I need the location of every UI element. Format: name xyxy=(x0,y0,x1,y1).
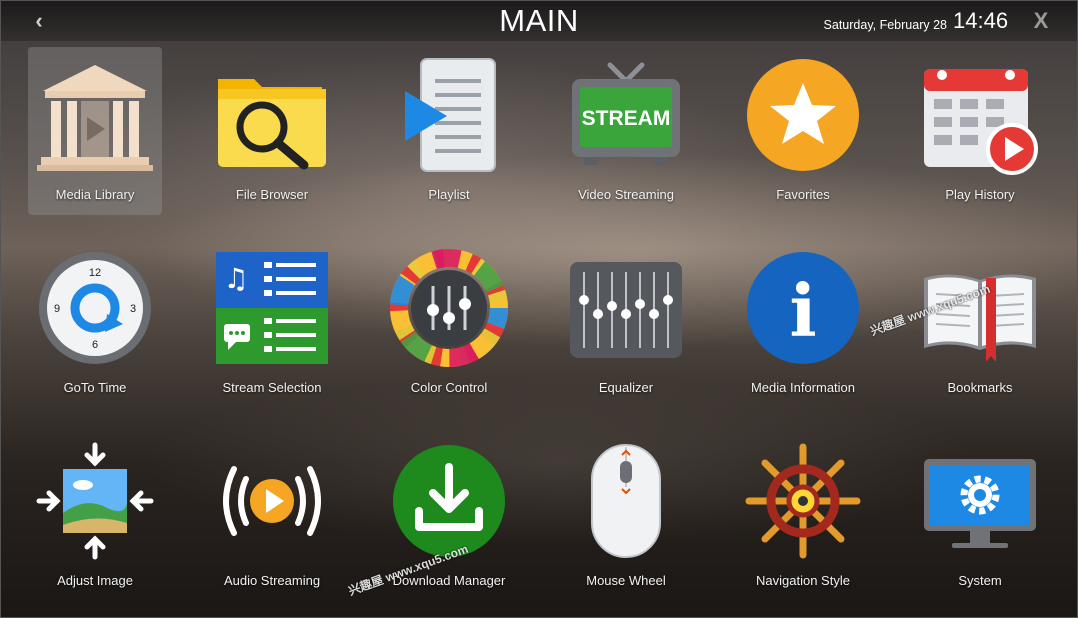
tile-label: Playlist xyxy=(428,187,470,202)
tile-label: Favorites xyxy=(776,187,830,202)
clock-number: 3 xyxy=(130,303,136,315)
tile-equalizer[interactable]: Equalizer xyxy=(559,240,693,408)
tile-adjust-image[interactable]: Adjust Image xyxy=(28,433,162,601)
stream-selection-icon: ♫ xyxy=(212,248,332,368)
tile-label: Bookmarks xyxy=(947,380,1013,395)
download-icon xyxy=(389,441,509,561)
back-button[interactable]: ‹ xyxy=(29,7,49,35)
info-glyph: i xyxy=(789,268,816,353)
svg-text:♫: ♫ xyxy=(223,262,248,295)
tile-label: Stream Selection xyxy=(222,380,322,395)
tile-label: Play History xyxy=(945,187,1015,202)
page-title: MAIN xyxy=(499,3,579,38)
tile-label: Color Control xyxy=(410,380,488,395)
time-display: 14:46 xyxy=(953,8,1009,33)
tile-system[interactable]: System xyxy=(913,433,1047,601)
tile-label: Equalizer xyxy=(598,380,654,395)
clock-icon: 12 3 6 9 xyxy=(35,248,155,368)
tile-playlist[interactable]: Playlist xyxy=(382,47,516,215)
tile-navigation-style[interactable]: Navigation Style xyxy=(736,433,870,601)
tile-color-control[interactable]: Color Control xyxy=(382,240,516,408)
tile-label: Media Information xyxy=(750,380,856,395)
folder-search-icon xyxy=(212,55,332,175)
tile-play-history[interactable]: Play History xyxy=(913,47,1047,215)
media-library-icon xyxy=(35,55,155,175)
tile-label: Video Streaming xyxy=(578,187,674,202)
calendar-play-icon xyxy=(920,55,1040,175)
tile-label: Audio Streaming xyxy=(223,573,321,588)
mouse-icon xyxy=(566,441,686,561)
tile-audio-streaming[interactable]: Audio Streaming xyxy=(205,433,339,601)
playlist-icon xyxy=(389,55,509,175)
tile-label: GoTo Time xyxy=(63,380,127,395)
tile-label: Media Library xyxy=(55,187,135,202)
app-window: ‹ MAIN Saturday, February 28 14:46 X Med… xyxy=(0,0,1078,618)
tile-label: Navigation Style xyxy=(756,573,850,588)
tile-video-streaming[interactable]: STREAM Video Streaming xyxy=(559,47,693,215)
color-gear-icon xyxy=(389,248,509,368)
clock-number: 12 xyxy=(89,267,101,279)
ship-wheel-icon xyxy=(743,441,863,561)
tile-label: System xyxy=(958,573,1002,588)
tile-media-library[interactable]: Media Library xyxy=(28,47,162,215)
monitor-gear-icon xyxy=(920,441,1040,561)
clock-number: 6 xyxy=(92,339,98,351)
adjust-image-icon xyxy=(35,441,155,561)
tile-bookmarks[interactable]: Bookmarks xyxy=(913,240,1047,408)
tile-favorites[interactable]: Favorites xyxy=(736,47,870,215)
tile-goto-time[interactable]: 12 3 6 9 GoTo Time xyxy=(28,240,162,408)
info-icon: i xyxy=(743,248,863,368)
tv-stream-text: STREAM xyxy=(582,107,671,130)
date-display: Saturday, February 28 xyxy=(823,18,947,32)
tile-label: File Browser xyxy=(235,187,309,202)
tile-stream-selection[interactable]: ♫ Stream Selection xyxy=(205,240,339,408)
tile-media-information[interactable]: i Media Information xyxy=(736,240,870,408)
tile-file-browser[interactable]: File Browser xyxy=(205,47,339,215)
close-button[interactable]: X xyxy=(1027,7,1055,35)
audio-stream-icon xyxy=(212,441,332,561)
tile-mouse-wheel[interactable]: Mouse Wheel xyxy=(559,433,693,601)
clock-number: 9 xyxy=(54,303,60,315)
top-bar: ‹ MAIN Saturday, February 28 14:46 X xyxy=(1,1,1077,41)
star-icon xyxy=(743,55,863,175)
tile-label: Mouse Wheel xyxy=(586,573,666,588)
tile-label: Adjust Image xyxy=(57,573,133,588)
equalizer-icon xyxy=(566,248,686,368)
tv-stream-icon: STREAM xyxy=(566,55,686,175)
